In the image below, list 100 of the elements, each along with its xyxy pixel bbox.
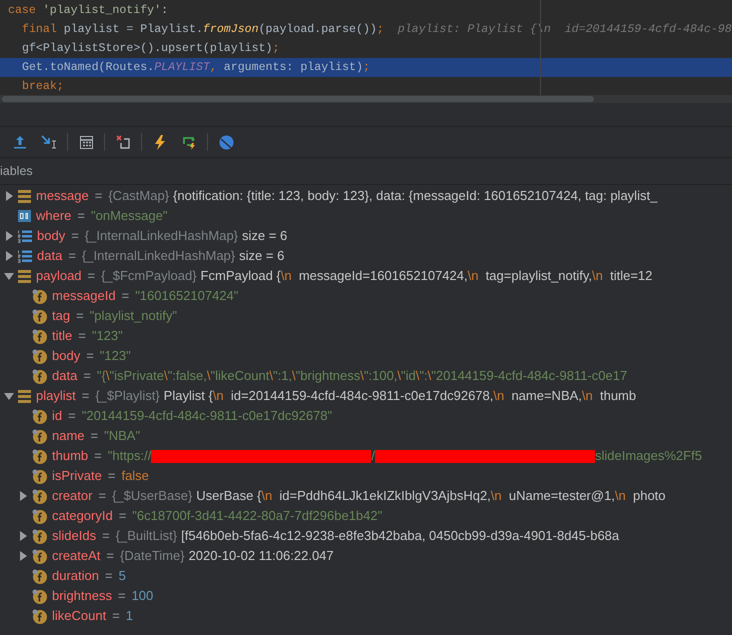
variable-name: likeCount <box>52 607 106 626</box>
equals-sign: = <box>118 587 126 606</box>
variable-name: body <box>37 227 66 246</box>
type-label: {_$UserBase} <box>112 487 192 506</box>
variable-name: messageId <box>52 287 116 306</box>
variable-name: data <box>37 247 62 266</box>
value-text: "isPrivate <box>110 367 164 386</box>
variable-name: where <box>36 207 72 226</box>
value-text: \n <box>493 387 504 406</box>
expanded-arrow-icon[interactable] <box>4 271 14 281</box>
type-label: {_$FcmPayload} <box>101 267 197 286</box>
expanded-arrow-icon[interactable] <box>4 391 14 401</box>
value-text: \ <box>164 367 168 386</box>
variable-name: message <box>36 187 89 206</box>
field-icon <box>32 448 47 464</box>
value-text: ":100, <box>364 367 398 386</box>
value-text: ": <box>419 367 428 386</box>
variable-name: tag <box>52 307 70 326</box>
value-text: "brightness <box>296 367 360 386</box>
variable-name: title <box>52 327 72 346</box>
value-text: [f546b0eb-5fa6-4c12-9238-e8fe3b42baba, 0450cb99-d39a-4901-8d45-b68a <box>181 527 620 546</box>
equals-sign: = <box>78 327 86 346</box>
value-text: / <box>371 447 375 466</box>
value-text: \ <box>416 367 420 386</box>
collapsed-arrow-icon[interactable] <box>4 191 14 201</box>
collapsed-arrow-icon[interactable] <box>18 551 28 561</box>
value-text: "https:// <box>108 447 152 466</box>
variable-name: data <box>52 367 78 386</box>
equals-sign: = <box>76 307 84 326</box>
type-label: {_InternalLinkedHashMap} <box>82 247 236 266</box>
value-text: Playlist { <box>164 387 213 406</box>
value-text: "likeCount <box>210 367 270 386</box>
field-icon <box>32 348 47 364</box>
equals-sign: = <box>82 387 90 406</box>
value-text: \ <box>269 367 273 386</box>
value-text: \ <box>106 367 110 386</box>
equals-sign: = <box>83 367 91 386</box>
value-text: \ <box>206 367 211 386</box>
field-icon <box>32 588 47 604</box>
field-icon <box>32 608 47 624</box>
field-icon <box>32 528 47 544</box>
value-text: false <box>121 467 149 486</box>
value-text: \n <box>212 387 224 406</box>
type-label: {CastMap} <box>108 187 170 206</box>
numbered-list-icon <box>18 250 32 262</box>
value-text: thumb <box>598 387 636 406</box>
code-line: Get.toNamed(Routes.PLAYLIST, arguments: playlist); <box>22 60 370 76</box>
value-text: \n <box>592 267 603 286</box>
type-label: {DateTime} <box>120 547 185 566</box>
value-text: ":1, <box>272 367 292 386</box>
value-text: size = 6 <box>239 247 284 266</box>
scrollbar-thumb[interactable] <box>2 96 594 102</box>
field-icon <box>32 288 47 304</box>
equals-sign: = <box>102 527 110 546</box>
type-label: {_InternalLinkedHashMap} <box>84 227 238 246</box>
value-text: 2020-10-02 11:06:22.047 <box>188 547 334 566</box>
equals-sign: = <box>118 507 126 526</box>
variable-name: createAt <box>52 547 100 566</box>
equals-sign: = <box>94 187 102 206</box>
variable-name: categoryId <box>52 507 113 526</box>
variable-name: payload <box>36 267 82 286</box>
code-line: gf<PlaylistStore>().upsert(playlist); <box>22 40 280 57</box>
field-icon <box>32 488 47 504</box>
code-line: break; <box>22 78 64 95</box>
value-text: \n <box>261 487 272 506</box>
field-icon <box>32 508 47 524</box>
value-text: UserBase { <box>196 487 262 506</box>
field-icon <box>32 428 47 444</box>
field-icon <box>32 568 47 584</box>
collapsed-arrow-icon[interactable] <box>18 531 28 541</box>
collapsed-arrow-icon[interactable] <box>4 251 14 261</box>
value-text: id=Pddh64LJk1ekIZkIblgV3AjbsHq2, <box>278 487 491 506</box>
stacked-bars-icon <box>18 390 31 402</box>
value-text: \n <box>614 487 626 506</box>
value-text: "123" <box>92 327 123 346</box>
equals-sign: = <box>106 547 114 566</box>
value-text: id=20144159-4cfd-484c-9811-c0e17dc92678, <box>230 387 494 406</box>
value-text: photo <box>632 487 666 506</box>
equals-sign: = <box>90 427 98 446</box>
value-text: slideImages%2Ff5 <box>595 447 702 466</box>
field-icon <box>32 368 47 384</box>
equals-sign: = <box>112 607 120 626</box>
type-label: {_BuiltList} <box>116 527 178 546</box>
value-text: title=12 <box>609 267 652 286</box>
value-text: "onMessage" <box>91 207 168 226</box>
value-text: "123" <box>100 347 131 366</box>
equals-sign: = <box>104 567 113 586</box>
variable-name: slideIds <box>52 527 96 546</box>
type-label: {_$Playlist} <box>95 387 160 406</box>
value-text: name=NBA, <box>510 387 582 406</box>
variable-name: body <box>52 347 80 366</box>
value-text: \ <box>292 367 296 386</box>
equals-sign: = <box>68 407 76 426</box>
collapsed-arrow-icon[interactable] <box>18 491 28 501</box>
value-text: 1 <box>126 607 134 626</box>
collapsed-arrow-icon[interactable] <box>4 231 14 241</box>
value-text: "NBA" <box>104 427 140 446</box>
equals-sign: = <box>88 267 96 286</box>
value-text: "{ <box>96 367 106 386</box>
field-icon <box>32 308 47 324</box>
